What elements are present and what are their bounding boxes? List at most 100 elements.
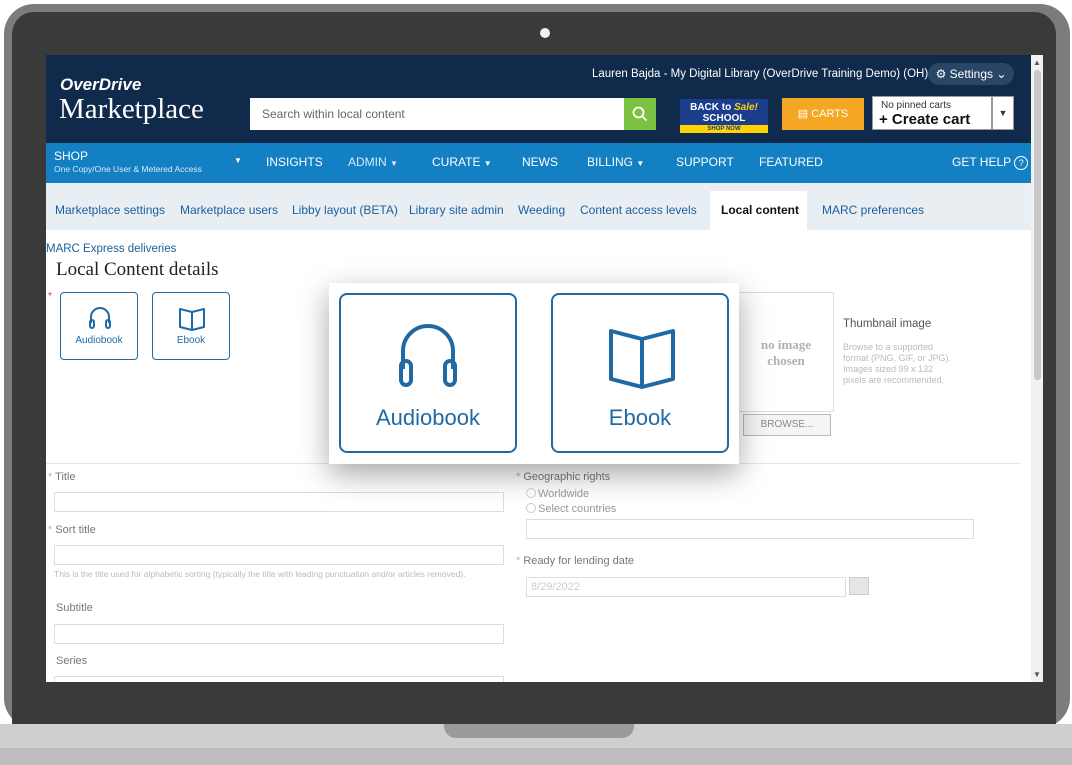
site-header: OverDrive Marketplace Lauren Bajda - My … (46, 55, 1031, 143)
browse-button[interactable]: BROWSE... (743, 414, 831, 436)
format-audiobook-button[interactable]: Audiobook (60, 292, 138, 360)
tab-marc-preferences[interactable]: MARC preferences (822, 203, 924, 217)
user-library-name: Lauren Bajda - My Digital Library (OverD… (592, 68, 929, 80)
nav-insights[interactable]: INSIGHTS (266, 155, 323, 169)
geo-rights-label-text: Geographic rights (523, 471, 611, 483)
lending-date-input[interactable]: 8/29/2022 (526, 577, 846, 597)
carts-button[interactable]: ▤ CARTS (782, 98, 864, 130)
back-to-school-banner[interactable]: BACK to Sale! SCHOOL SHOP NOW (680, 99, 768, 133)
tab-marketplace-settings[interactable]: Marketplace settings (55, 203, 165, 217)
logo-marketplace[interactable]: Marketplace (59, 93, 204, 126)
tab-marketplace-users[interactable]: Marketplace users (180, 203, 278, 217)
page-title: Local Content details (56, 259, 219, 280)
thumbnail-placeholder-line1: no image (760, 337, 812, 352)
create-cart-label: + Create cart (879, 111, 971, 128)
banner-shop-now: SHOP NOW (680, 125, 768, 133)
logo-overdrive[interactable]: OverDrive (60, 75, 141, 95)
nav-shop-title: SHOP (54, 149, 89, 163)
open-book-icon (179, 308, 205, 331)
tab-local-content[interactable]: Local content (710, 191, 807, 230)
search-button[interactable] (624, 98, 656, 130)
callout-audiobook-card[interactable]: Audiobook (339, 293, 517, 453)
gear-icon: ⚙ (935, 67, 947, 81)
marc-express-link[interactable]: MARC Express deliveries (46, 243, 176, 255)
nav-support[interactable]: SUPPORT (676, 155, 734, 169)
thumbnail-help: Browse to a supported format (PNG, GIF, … (843, 342, 952, 385)
caret-down-icon: ▼ (483, 159, 492, 168)
cart-icon: ▤ (797, 108, 809, 120)
sort-title-label-text: Sort title (55, 524, 96, 536)
cart-dropdown-button[interactable]: ▼ (992, 96, 1014, 130)
format-ebook-button[interactable]: Ebook (152, 292, 230, 360)
headphones-icon (89, 307, 111, 329)
nav-get-help[interactable]: GET HELP ? (952, 155, 1029, 170)
carts-label: CARTS (811, 108, 849, 120)
geo-select-label: Select countries (538, 503, 617, 515)
caret-down-icon: ▼ (234, 156, 242, 165)
nav-news[interactable]: NEWS (522, 155, 558, 169)
tab-library-site-admin[interactable]: Library site admin (409, 203, 504, 217)
series-label: Series (56, 655, 88, 667)
sort-title-input[interactable] (54, 545, 504, 565)
search-input[interactable]: Search within local content (250, 98, 624, 130)
format-ebook-label: Ebook (176, 335, 206, 346)
nav-curate[interactable]: CURATE ▼ (432, 155, 492, 169)
get-help-label: GET HELP (952, 155, 1011, 169)
sort-title-label: * Sort title (48, 524, 96, 536)
nav-shop[interactable]: SHOP One Copy/One User & Metered Access … (46, 143, 251, 183)
headphones-icon (399, 324, 457, 387)
geo-select-countries-radio[interactable]: Select countries (526, 503, 616, 515)
settings-label: Settings (949, 67, 994, 81)
title-input[interactable] (54, 492, 504, 512)
sort-title-help: This is the title used for alphabetic so… (54, 569, 466, 579)
scroll-up-icon[interactable]: ▲ (1033, 58, 1041, 67)
chevron-down-icon: ⌄ (996, 67, 1007, 81)
title-label: * Title (48, 471, 76, 483)
tab-weeding[interactable]: Weeding (518, 203, 565, 217)
geo-rights-label: * Geographic rights (516, 471, 611, 483)
thumbnail-placeholder-line2: chosen (767, 353, 805, 368)
main-nav: SHOP One Copy/One User & Metered Access … (46, 143, 1031, 183)
pinned-carts-text: No pinned carts (881, 100, 952, 111)
lending-date-label-text: Ready for lending date (523, 555, 635, 567)
radio-icon (526, 503, 536, 513)
geo-worldwide-label: Worldwide (538, 488, 590, 500)
series-input[interactable] (54, 676, 504, 682)
nav-billing[interactable]: BILLING ▼ (587, 155, 644, 169)
caret-down-icon: ▼ (390, 159, 398, 168)
banner-line2: SCHOOL (702, 113, 746, 124)
subtitle-label: Subtitle (56, 602, 93, 614)
caret-down-icon: ▼ (998, 108, 1008, 118)
thumbnail-title: Thumbnail image (843, 318, 932, 330)
open-book-icon (609, 329, 675, 389)
title-label-text: Title (55, 471, 76, 483)
create-cart-box[interactable]: No pinned carts + Create cart (872, 96, 992, 130)
countries-input[interactable] (526, 519, 974, 539)
laptop-hinge (444, 724, 634, 738)
scrollbar-thumb[interactable] (1034, 70, 1041, 380)
banner-sale: Sale! (733, 102, 758, 113)
search-placeholder: Search within local content (262, 107, 405, 121)
tab-libby-layout[interactable]: Libby layout (BETA) (292, 203, 398, 217)
thumbnail-placeholder: no image chosen (738, 292, 834, 412)
scroll-down-icon[interactable]: ▼ (1033, 670, 1041, 679)
callout-ebook-card[interactable]: Ebook (551, 293, 729, 453)
camera-dot (540, 28, 550, 38)
nav-billing-label: BILLING (587, 155, 634, 169)
nav-curate-label: CURATE (432, 155, 481, 169)
nav-admin[interactable]: ADMIN ▼ (348, 155, 398, 169)
lending-date-label: * Ready for lending date (516, 555, 635, 567)
admin-tabs: Marketplace settings Marketplace users L… (46, 183, 1031, 230)
calendar-icon[interactable] (849, 577, 869, 595)
geo-worldwide-radio[interactable]: Worldwide (526, 488, 589, 500)
format-zoom-callout: Audiobook Ebook (329, 283, 739, 464)
settings-button[interactable]: ⚙ Settings ⌄ (928, 63, 1014, 85)
search-icon (632, 106, 648, 122)
tab-content-access-levels[interactable]: Content access levels (580, 203, 697, 217)
subtitle-input[interactable] (54, 624, 504, 644)
laptop-base-stripe (0, 748, 1072, 765)
nav-shop-subtitle: One Copy/One User & Metered Access (54, 164, 202, 174)
nav-featured[interactable]: FEATURED (759, 155, 823, 169)
tab-local-content-label: Local content (721, 203, 800, 217)
caret-down-icon: ▼ (636, 159, 645, 168)
